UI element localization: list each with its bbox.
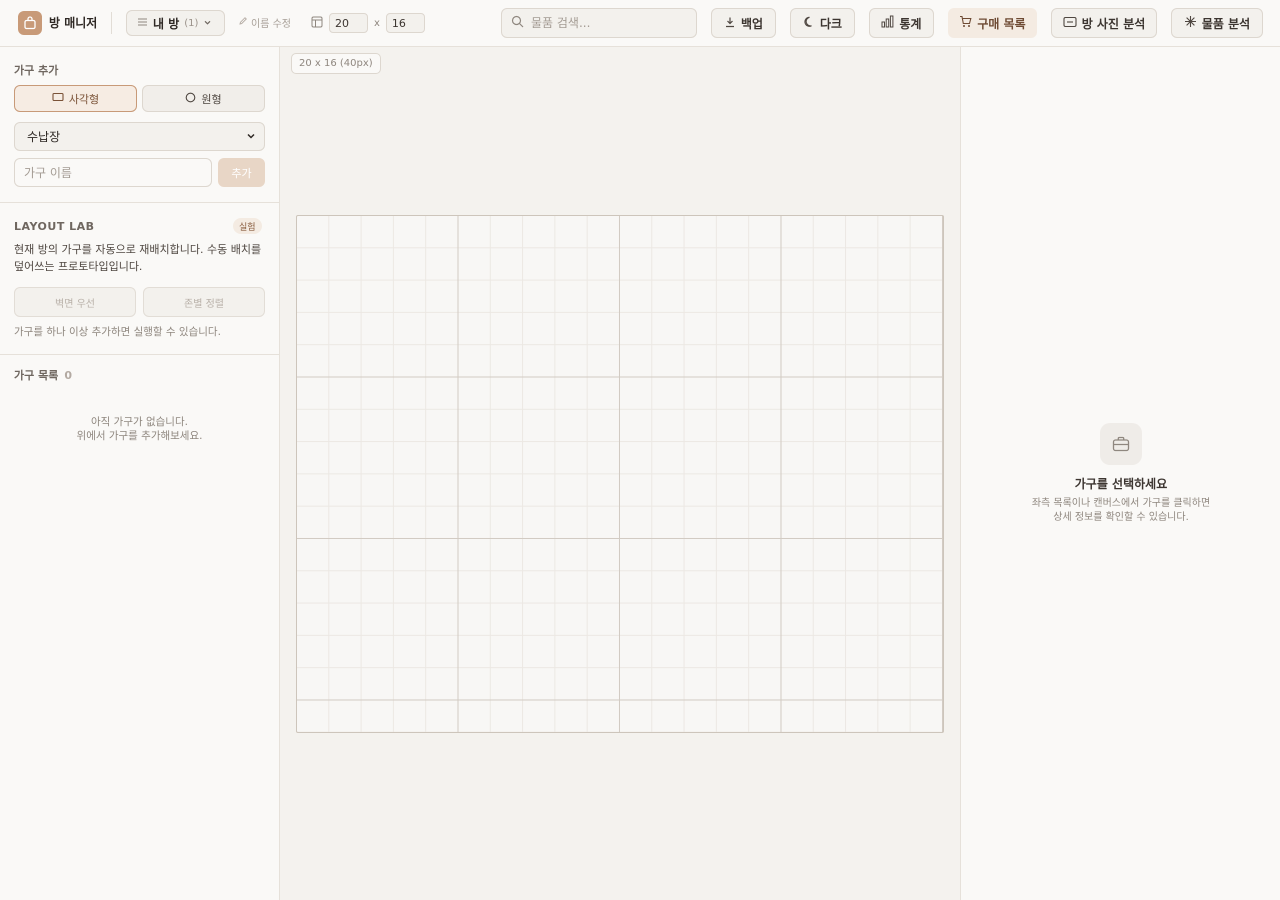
furniture-type-select[interactable]: 수납장 xyxy=(14,122,265,151)
cart-icon xyxy=(959,15,972,31)
detail-panel-title: 가구를 선택하세요 xyxy=(1074,477,1168,491)
bar-chart-icon xyxy=(881,15,894,31)
rename-label: 이름 수정 xyxy=(251,19,291,30)
circle-icon xyxy=(185,92,196,106)
layout-lab-note: 가구를 하나 이상 추가하면 실행할 수 있습니다. xyxy=(14,326,221,338)
divider xyxy=(0,354,279,355)
furniture-list-label: 가구 목록 xyxy=(14,369,59,382)
stats-label: 통계 xyxy=(899,16,922,31)
layout-lab-description: 현재 방의 가구를 자동으로 재배치합니다. 수동 배치를 덮어쓰는 프로토타입… xyxy=(14,243,262,273)
top-bar: 방 매니저 내 방 (1) 이름 수정 x 백업 xyxy=(0,0,1280,47)
layout-lab-title: LAYOUT LAB xyxy=(14,220,95,233)
list-icon xyxy=(137,16,148,30)
app-title: 방 매니저 xyxy=(49,16,98,30)
room-height-input[interactable] xyxy=(385,13,425,33)
dark-mode-button[interactable]: 다크 xyxy=(790,8,855,38)
backup-button[interactable]: 백업 xyxy=(711,8,776,38)
room-select[interactable]: 내 방 (1) xyxy=(126,10,225,36)
empty-line-2: 위에서 가구를 추가해보세요. xyxy=(76,430,203,442)
furniture-list-title: 가구 목록 0 xyxy=(14,367,72,383)
wall-first-button[interactable]: 벽면 우선 xyxy=(14,287,136,317)
moon-icon xyxy=(803,16,815,31)
divider xyxy=(111,12,112,34)
detail-panel-description: 좌측 목록이나 캔버스에서 가구를 클릭하면 상세 정보를 확인할 수 있습니다… xyxy=(961,497,1280,525)
search-input[interactable] xyxy=(531,16,681,30)
search-icon xyxy=(511,15,524,31)
shape-rect-label: 사각형 xyxy=(68,92,100,106)
divider xyxy=(0,202,279,203)
image-icon xyxy=(1063,16,1077,31)
furniture-name-input[interactable] xyxy=(14,158,212,187)
shape-circle-label: 원형 xyxy=(201,92,222,106)
backup-label: 백업 xyxy=(740,16,764,31)
room-name: 내 방 xyxy=(153,16,180,31)
chevron-down-icon xyxy=(203,16,212,30)
experimental-badge: 실험 xyxy=(233,218,262,234)
dark-label: 다크 xyxy=(819,16,843,31)
empty-line-1: 아직 가구가 없습니다. xyxy=(91,416,188,428)
shape-circle-button[interactable]: 원형 xyxy=(142,85,265,112)
sparkle-icon xyxy=(1184,15,1197,31)
chevron-down-icon xyxy=(246,130,256,144)
items-label: 물품 분석 xyxy=(1201,16,1251,31)
room-photo-analysis-button[interactable]: 방 사진 분석 xyxy=(1051,8,1157,38)
canvas-size-badge: 20 x 16 (40px) xyxy=(291,53,381,74)
shopping-list-button[interactable]: 구매 목록 xyxy=(948,8,1037,38)
furniture-count: 0 xyxy=(64,369,72,382)
rectangle-icon xyxy=(52,92,64,105)
search-box[interactable] xyxy=(501,8,697,38)
dim-separator: x xyxy=(374,17,380,29)
rename-button[interactable]: 이름 수정 xyxy=(238,15,291,30)
item-analysis-button[interactable]: 물품 분석 xyxy=(1171,8,1263,38)
add-furniture-label: 가구 추가 xyxy=(14,64,59,77)
detail-desc-line-1: 좌측 목록이나 캔버스에서 가구를 클릭하면 xyxy=(1031,498,1211,509)
stats-button[interactable]: 통계 xyxy=(869,8,934,38)
empty-furniture-message: 아직 가구가 없습니다. 위에서 가구를 추가해보세요. xyxy=(0,415,279,443)
pencil-icon xyxy=(238,16,248,29)
zone-sort-button[interactable]: 존별 정렬 xyxy=(143,287,265,317)
briefcase-icon xyxy=(1100,423,1142,465)
download-icon xyxy=(724,16,736,31)
detail-panel: 가구를 선택하세요 좌측 목록이나 캔버스에서 가구를 클릭하면 상세 정보를 … xyxy=(960,47,1280,900)
shape-rect-button[interactable]: 사각형 xyxy=(14,85,137,112)
room-dimensions: x xyxy=(311,13,425,33)
room-canvas-grid[interactable] xyxy=(296,215,944,733)
detail-desc-line-2: 상세 정보를 확인할 수 있습니다. xyxy=(1053,512,1189,523)
add-furniture-button[interactable]: 추가 xyxy=(218,158,265,187)
layout-icon xyxy=(311,16,323,31)
bag-icon xyxy=(18,11,42,35)
furniture-type-value: 수납장 xyxy=(27,130,61,144)
cart-label: 구매 목록 xyxy=(977,16,1026,31)
room-width-input[interactable] xyxy=(329,13,368,33)
photo-label: 방 사진 분석 xyxy=(1081,16,1146,31)
room-count: (1) xyxy=(184,17,199,29)
